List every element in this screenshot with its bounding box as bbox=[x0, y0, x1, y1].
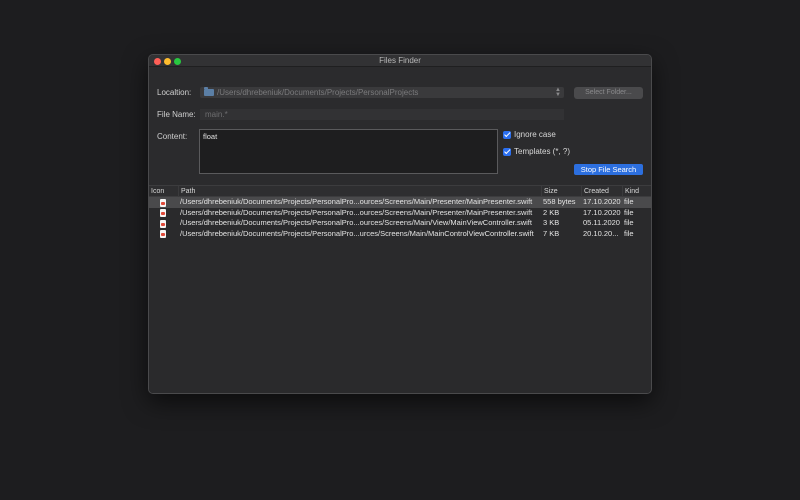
table-row[interactable]: /Users/dhrebeniuk/Documents/Projects/Per… bbox=[149, 197, 651, 208]
column-header-created[interactable]: Created bbox=[581, 186, 622, 197]
templates-label: Templates (*, ?) bbox=[514, 147, 571, 156]
select-folder-button[interactable]: Select Folder... bbox=[574, 87, 643, 99]
row-created: 20.10.20... bbox=[583, 228, 619, 238]
table-row[interactable]: /Users/dhrebeniuk/Documents/Projects/Per… bbox=[149, 229, 651, 240]
checkbox-icon bbox=[503, 147, 511, 156]
swift-file-icon bbox=[160, 219, 166, 228]
checkbox-icon bbox=[503, 130, 511, 139]
content-label: Content: bbox=[157, 132, 188, 141]
stop-file-search-button[interactable]: Stop File Search bbox=[574, 164, 643, 175]
column-header-kind[interactable]: Kind bbox=[622, 186, 651, 197]
row-path: /Users/dhrebeniuk/Documents/Projects/Per… bbox=[180, 228, 534, 238]
swift-file-icon bbox=[160, 198, 166, 207]
row-created: 17.10.2020 bbox=[583, 207, 621, 217]
updown-icon: ▲ ▼ bbox=[555, 87, 561, 98]
column-header-size[interactable]: Size bbox=[541, 186, 581, 197]
location-label: Localtion: bbox=[157, 88, 192, 97]
table-body: /Users/dhrebeniuk/Documents/Projects/Per… bbox=[149, 197, 651, 239]
close-icon[interactable] bbox=[154, 57, 161, 65]
file-name-input[interactable]: main.* bbox=[200, 109, 564, 120]
table-row[interactable]: /Users/dhrebeniuk/Documents/Projects/Per… bbox=[149, 218, 651, 229]
title-bar[interactable]: Files Finder bbox=[149, 55, 651, 67]
content-textarea[interactable]: float bbox=[199, 129, 498, 174]
row-kind: file bbox=[624, 218, 634, 227]
window-title: Files Finder bbox=[379, 56, 421, 65]
row-path: /Users/dhrebeniuk/Documents/Projects/Per… bbox=[180, 218, 532, 227]
row-created: 17.10.2020 bbox=[583, 197, 621, 206]
minimize-icon[interactable] bbox=[164, 57, 171, 65]
table-header: Icon Path Size Created Kind bbox=[149, 185, 651, 197]
templates-checkbox[interactable]: Templates (*, ?) bbox=[503, 147, 570, 156]
row-kind: file bbox=[624, 207, 634, 217]
results-table[interactable]: Icon Path Size Created Kind /Users/dhreb… bbox=[149, 185, 651, 393]
file-name-label: File Name: bbox=[157, 110, 196, 119]
row-size: 2 KB bbox=[543, 207, 560, 217]
table-row[interactable]: /Users/dhrebeniuk/Documents/Projects/Per… bbox=[149, 208, 651, 219]
ignore-case-checkbox[interactable]: Ignore case bbox=[503, 130, 556, 139]
row-size: 3 KB bbox=[543, 218, 560, 227]
row-size: 7 KB bbox=[543, 228, 560, 238]
row-kind: file bbox=[624, 228, 634, 238]
location-value: /Users/dhrebeniuk/Documents/Projects/Per… bbox=[217, 88, 419, 97]
row-size: 558 bytes bbox=[543, 197, 576, 206]
row-kind: file bbox=[624, 197, 634, 206]
swift-file-icon bbox=[160, 230, 166, 238]
zoom-icon[interactable] bbox=[174, 57, 181, 65]
location-select[interactable]: /Users/dhrebeniuk/Documents/Projects/Per… bbox=[200, 87, 564, 98]
column-header-icon[interactable]: Icon bbox=[149, 186, 178, 197]
column-header-path[interactable]: Path bbox=[178, 186, 541, 197]
search-form: Localtion: /Users/dhrebeniuk/Documents/P… bbox=[149, 67, 651, 195]
folder-icon bbox=[204, 87, 214, 96]
row-created: 05.11.2020 bbox=[583, 218, 620, 227]
ignore-case-label: Ignore case bbox=[514, 130, 556, 139]
swift-file-icon bbox=[160, 209, 166, 217]
files-finder-window: Files Finder Localtion: /Users/dhrebeniu… bbox=[148, 54, 652, 394]
row-path: /Users/dhrebeniuk/Documents/Projects/Per… bbox=[180, 197, 533, 206]
row-path: /Users/dhrebeniuk/Documents/Projects/Per… bbox=[180, 207, 533, 217]
